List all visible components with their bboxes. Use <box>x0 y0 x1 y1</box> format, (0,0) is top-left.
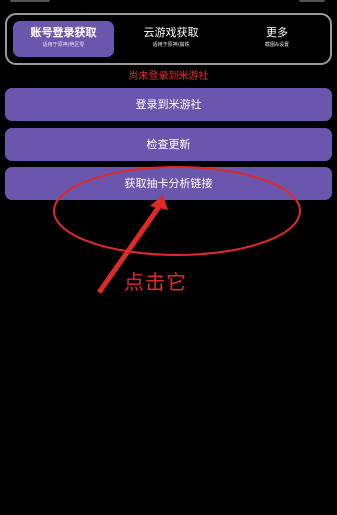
tab-title: 云游戏获取 <box>143 26 199 39</box>
login-status-text: 尚未登录到米游社 <box>128 71 209 82</box>
login-mihoyo-button[interactable]: 登录到米游社 <box>5 88 332 121</box>
tab-title: 账号登录获取 <box>30 26 97 39</box>
status-icons-fragment <box>299 0 325 2</box>
tab-subtitle: 适用于原神/崩铁 <box>152 42 190 48</box>
status-bar <box>0 0 337 8</box>
tab-subtitle: 截图&设置 <box>265 42 289 48</box>
tab-account-login[interactable]: 账号登录获取 适用于原神/绝区零 <box>13 21 114 57</box>
tab-cloud-game[interactable]: 云游戏获取 适用于原神/崩铁 <box>125 21 217 57</box>
check-update-button[interactable]: 检查更新 <box>5 128 332 161</box>
tab-subtitle: 适用于原神/绝区零 <box>42 42 85 48</box>
fetch-gacha-link-button[interactable]: 获取抽卡分析链接 <box>5 167 332 200</box>
status-time-fragment <box>10 0 50 2</box>
annotation-label: 点击它 <box>124 270 187 294</box>
tab-title: 更多 <box>266 26 288 39</box>
tab-bar: 账号登录获取 适用于原神/绝区零 云游戏获取 适用于原神/崩铁 更多 截图&设置 <box>5 13 332 65</box>
tab-more[interactable]: 更多 截图&设置 <box>243 21 311 57</box>
